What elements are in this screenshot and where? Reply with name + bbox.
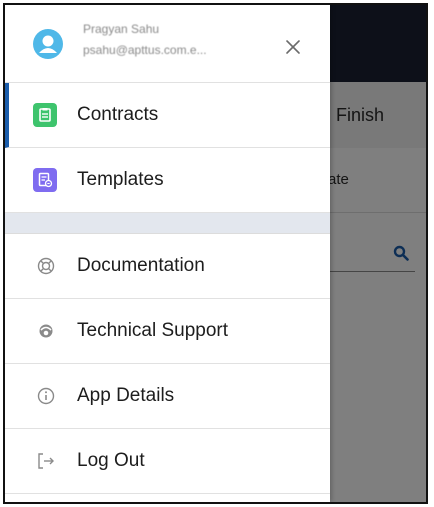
templates-icon — [33, 168, 57, 192]
nav-item-label: Templates — [77, 169, 164, 190]
info-icon — [35, 385, 57, 407]
close-icon — [286, 40, 300, 54]
nav-item-label: Log Out — [77, 450, 145, 471]
nav-item-log-out[interactable]: Log Out — [5, 429, 330, 494]
nav-item-label: Documentation — [77, 255, 205, 276]
lifebuoy-icon — [35, 255, 57, 277]
app-window: Finish ate Pragyan Sahu psah — [3, 3, 428, 504]
nav-item-app-details[interactable]: App Details — [5, 364, 330, 429]
nav-item-contracts[interactable]: Contracts — [5, 83, 330, 148]
nav-item-label: App Details — [77, 385, 175, 406]
close-button[interactable] — [283, 37, 303, 57]
user-icon — [39, 35, 57, 53]
user-name: Pragyan Sahu — [83, 22, 160, 36]
avatar — [33, 29, 63, 59]
support-icon — [35, 320, 57, 342]
user-email: psahu@apttus.com.e... — [83, 43, 207, 57]
navigation-drawer: Pragyan Sahu psahu@apttus.com.e... Contr… — [5, 5, 330, 502]
nav-item-label: Contracts — [77, 104, 159, 125]
nav-item-documentation[interactable]: Documentation — [5, 234, 330, 299]
nav-item-technical-support[interactable]: Technical Support — [5, 299, 330, 364]
nav-item-label: Technical Support — [77, 320, 229, 341]
contracts-icon — [33, 103, 57, 127]
user-profile: Pragyan Sahu psahu@apttus.com.e... — [5, 5, 330, 83]
section-divider — [5, 213, 330, 234]
nav-item-templates[interactable]: Templates — [5, 148, 330, 213]
logout-icon — [35, 450, 57, 472]
